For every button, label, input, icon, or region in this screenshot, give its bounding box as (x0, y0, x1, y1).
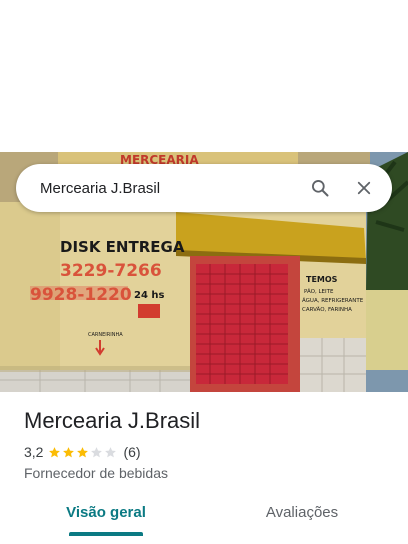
search-icon (312, 180, 329, 197)
search-button[interactable] (298, 164, 342, 212)
star-empty-icon (91, 446, 103, 457)
sign-items-title: TEMOS (306, 275, 338, 284)
star-empty-icon (105, 446, 117, 457)
sign-item-1: PÃO, LEITE (304, 288, 334, 295)
rating-row[interactable]: 3,2 (6) (24, 444, 141, 460)
sign-item-2: ÁGUA, REFRIGERANTE (302, 297, 364, 304)
sign-delivery-text: DISK ENTREGA (60, 238, 185, 256)
tab-reviews[interactable]: Avaliações (252, 496, 352, 536)
sign-hours-text: 24 hs (134, 290, 165, 301)
star-filled-icon (63, 446, 75, 457)
map-blank-area (0, 0, 408, 152)
star-filled-icon (49, 446, 61, 457)
active-tab-indicator (69, 532, 143, 536)
sign-phone-2-text: 9928-1220 (30, 285, 132, 305)
sign-item-3: CARVÃO, FARINHA (302, 306, 352, 313)
place-tabs: Visão geral Avaliações (0, 496, 408, 536)
place-category[interactable]: Fornecedor de bebidas (24, 465, 168, 481)
close-button[interactable] (342, 164, 386, 212)
close-icon (357, 181, 371, 195)
tab-overview[interactable]: Visão geral (56, 496, 156, 536)
search-bar[interactable]: Mercearia J.Brasil (16, 164, 392, 212)
sign-phone-1-text: 3229-7266 (60, 261, 162, 281)
place-title: Mercearia J.Brasil (24, 408, 201, 433)
search-input[interactable]: Mercearia J.Brasil (16, 180, 298, 197)
review-count[interactable]: (6) (123, 444, 140, 460)
sign-small-text: CARNEIRINHA (88, 332, 123, 338)
rating-stars (48, 446, 118, 459)
star-filled-icon (77, 446, 89, 457)
rating-value: 3,2 (24, 444, 44, 460)
